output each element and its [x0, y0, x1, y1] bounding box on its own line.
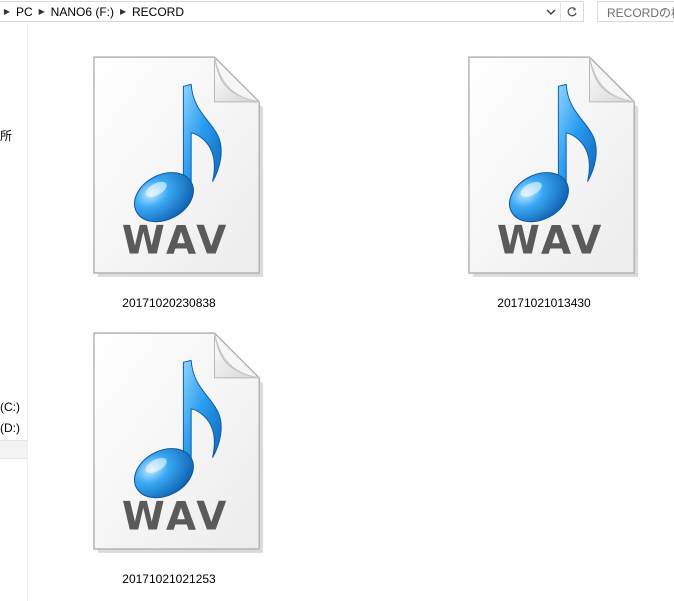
navigation-pane[interactable]: 所 (C:) (D:) — [0, 24, 28, 601]
nav-item-drive-c[interactable]: (C:) — [0, 400, 20, 414]
wav-file-icon: WAV — [93, 332, 264, 554]
chevron-right-icon[interactable]: ▶ — [35, 7, 49, 16]
file-type-text: WAV — [122, 495, 229, 540]
wav-file-icon: WAV — [468, 56, 639, 278]
nav-item-fragment[interactable]: 所 — [0, 127, 12, 144]
file-item[interactable]: WAV 20171020230838 — [69, 54, 269, 314]
chevron-right-icon[interactable]: ▶ — [0, 7, 14, 16]
file-type-text: WAV — [122, 219, 229, 264]
nav-item-selected[interactable] — [0, 440, 27, 459]
wav-file-icon: WAV — [93, 56, 264, 278]
file-name: 20171020230838 — [122, 296, 216, 310]
toolbar: ▶ PC ▶ NANO6 (F:) ▶ RECORD RECORDの検 — [0, 0, 674, 24]
file-name: 20171021021253 — [122, 572, 216, 586]
refresh-icon — [567, 6, 577, 16]
nav-item-drive-d[interactable]: (D:) — [0, 421, 20, 435]
breadcrumb-item-folder[interactable]: RECORD — [130, 5, 186, 19]
breadcrumb-item-drive[interactable]: NANO6 (F:) — [49, 5, 116, 19]
file-list[interactable]: WAV 20171020230838 WAV 20171021013430 WA… — [29, 24, 674, 601]
chevron-down-icon — [546, 9, 556, 15]
file-item[interactable]: WAV 20171021021253 — [69, 330, 269, 590]
file-item[interactable]: WAV 20171021013430 — [444, 54, 644, 314]
address-bar[interactable]: ▶ PC ▶ NANO6 (F:) ▶ RECORD — [0, 1, 584, 22]
search-input[interactable]: RECORDの検 — [597, 1, 674, 22]
chevron-right-icon[interactable]: ▶ — [116, 7, 130, 16]
address-dropdown-button[interactable] — [542, 2, 560, 21]
file-explorer-window: ▶ PC ▶ NANO6 (F:) ▶ RECORD RECORDの検 所 ( — [0, 0, 674, 601]
breadcrumb-item-pc[interactable]: PC — [14, 5, 35, 19]
file-name: 20171021013430 — [497, 296, 591, 310]
file-type-text: WAV — [497, 219, 604, 264]
refresh-button[interactable] — [560, 2, 583, 21]
